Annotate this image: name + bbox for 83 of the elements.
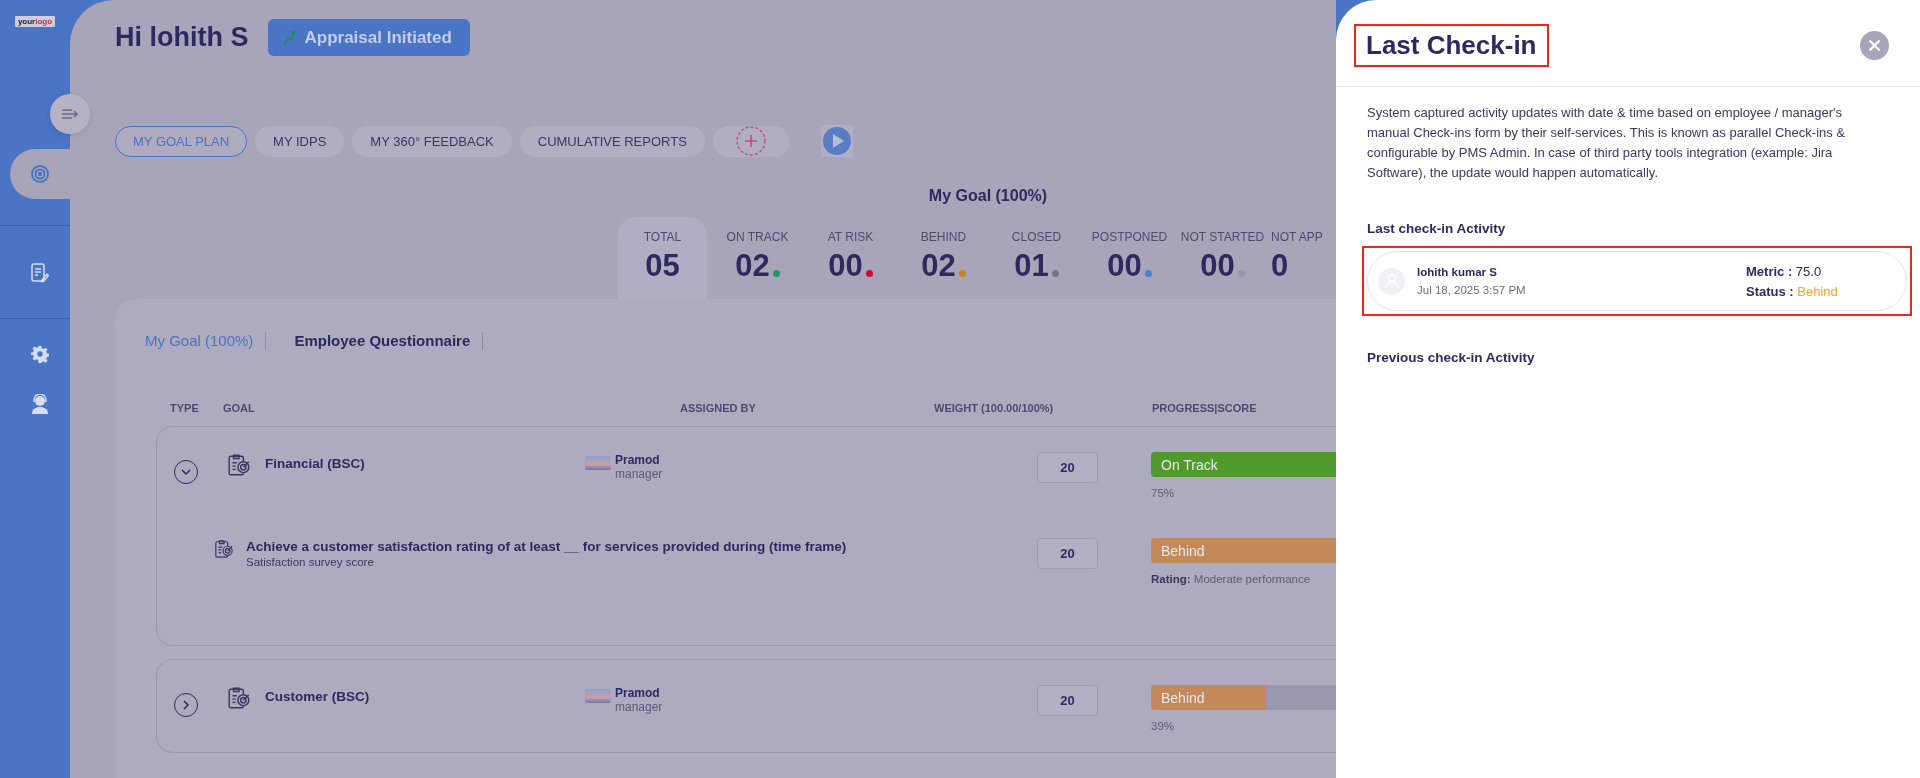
section-heading: Previous check-in Activity (1367, 350, 1536, 365)
goal-title: Financial (BSC) (265, 456, 365, 471)
status-stat[interactable]: BEHIND 02 (897, 217, 990, 299)
assignee-name: Pramod (615, 453, 661, 467)
goal-metric: Satisfaction survey score (246, 556, 375, 568)
check-in-date: Jul 18, 2025 3:57 PM (1417, 284, 1527, 296)
stat-label: BEHIND (920, 230, 967, 244)
column-header: TYPE (170, 402, 200, 414)
photo-placeholder (585, 689, 611, 703)
play-button[interactable] (820, 125, 853, 157)
status-text: Status : Behind (1746, 283, 1839, 299)
nav-tab[interactable]: MY 360° FEEDBACK (352, 125, 512, 157)
stat-label: NOT APP (1271, 230, 1323, 244)
panel-title: Last Check-in (1366, 30, 1537, 60)
assignee-role: manager (615, 700, 663, 714)
play-icon (821, 126, 852, 156)
collapse-sidebar-button[interactable] (50, 94, 90, 134)
stat-label: POSTPONED (1091, 230, 1168, 244)
logo: yourlogo (14, 16, 56, 27)
weight-value: 20 (1037, 538, 1098, 569)
progress-caption: 75% (1151, 487, 1176, 499)
summary-title: My Goal (100%) (927, 187, 1049, 205)
stat-label: CLOSED (1011, 230, 1062, 244)
photo-placeholder (585, 456, 611, 470)
stat-label: NOT STARTED (1180, 230, 1265, 244)
support-agent-icon (31, 394, 49, 414)
stat-label: TOTAL (643, 230, 682, 244)
stat-count: 00 (828, 248, 863, 284)
panel-description: System captured activity updates with date & time based on employee / manager's manual Check-ins form by their self-services. This is known as parallel Check-ins & configurable by PMS Admin. In case of third party tools integration (example: Jira Software), the update would happen automatically. (1367, 104, 1847, 182)
status-stat[interactable]: CLOSED 01 (990, 217, 1083, 299)
target-icon (30, 164, 50, 184)
plus-icon (734, 125, 767, 157)
section-heading: Last check-in Activity (1367, 221, 1507, 236)
stat-count: 00 (1107, 248, 1142, 284)
status-stat[interactable]: ON TRACK 02 (711, 217, 804, 299)
chevron-down-icon (180, 466, 192, 478)
greeting: Hi lohith S (115, 22, 249, 53)
status-stat[interactable]: POSTPONED 00 (1083, 217, 1176, 299)
close-button[interactable] (1860, 31, 1889, 60)
chevron-right-icon (180, 699, 192, 711)
progress-status: Behind (1161, 543, 1205, 559)
progress-status: Behind (1161, 690, 1205, 706)
clipboard-target-icon (214, 539, 234, 559)
status-stat[interactable]: NOT STARTED 00 (1176, 217, 1269, 299)
clipboard-target-icon (227, 686, 251, 710)
stat-count: 0 (1271, 248, 1289, 284)
stat-count: 00 (1200, 248, 1235, 284)
stat-count: 01 (1014, 248, 1049, 284)
stat-label: AT RISK (827, 230, 874, 244)
trend-arrow-icon (284, 29, 297, 46)
column-header: GOAL (223, 402, 256, 414)
stat-label: ON TRACK (726, 230, 789, 244)
progress-caption: 39% (1151, 720, 1176, 732)
close-icon (1868, 39, 1881, 52)
sidebar-item[interactable] (10, 149, 70, 199)
goal-title: Achieve a customer satisfaction rating of at least __ for services provided during (time frame) (246, 539, 847, 554)
status-stat[interactable]: NOT APP 0 (1269, 217, 1336, 299)
assignee-name: Pramod (615, 686, 661, 700)
status-stat[interactable]: TOTAL 05 (618, 217, 707, 299)
check-in-name: lohith kumar S (1417, 266, 1498, 278)
status-stat[interactable]: AT RISK 00 (804, 217, 897, 299)
nav-tab[interactable]: CUMULATIVE REPORTS (519, 125, 705, 157)
status-button[interactable]: Appraisal Initiated (268, 19, 470, 56)
stat-count: 02 (735, 248, 770, 284)
add-button[interactable] (712, 125, 789, 157)
progress-caption: Rating: Moderate performance (1151, 573, 1312, 585)
goal-title: Customer (BSC) (265, 689, 370, 704)
settings-icon (31, 345, 49, 363)
column-header: WEIGHT (100.00/100%) (934, 402, 1055, 414)
nav-tab[interactable]: MY IDPS (255, 125, 345, 157)
clipboard-target-icon (227, 453, 251, 477)
column-header: ASSIGNED BY (680, 402, 757, 414)
weight-value: 20 (1037, 452, 1098, 483)
column-header: PROGRESS|SCORE (1152, 402, 1258, 414)
stat-count: 02 (921, 248, 956, 284)
weight-value: 20 (1037, 685, 1098, 716)
metric-text: Metric : 75.0 (1746, 263, 1823, 279)
document-edit-icon (31, 263, 49, 283)
assignee-role: manager (615, 467, 663, 481)
stat-count: 05 (645, 248, 680, 284)
menu-arrow-icon (61, 108, 79, 120)
progress-status: On Track (1161, 457, 1218, 473)
sub-tab[interactable]: Employee Questionnaire (294, 332, 484, 350)
